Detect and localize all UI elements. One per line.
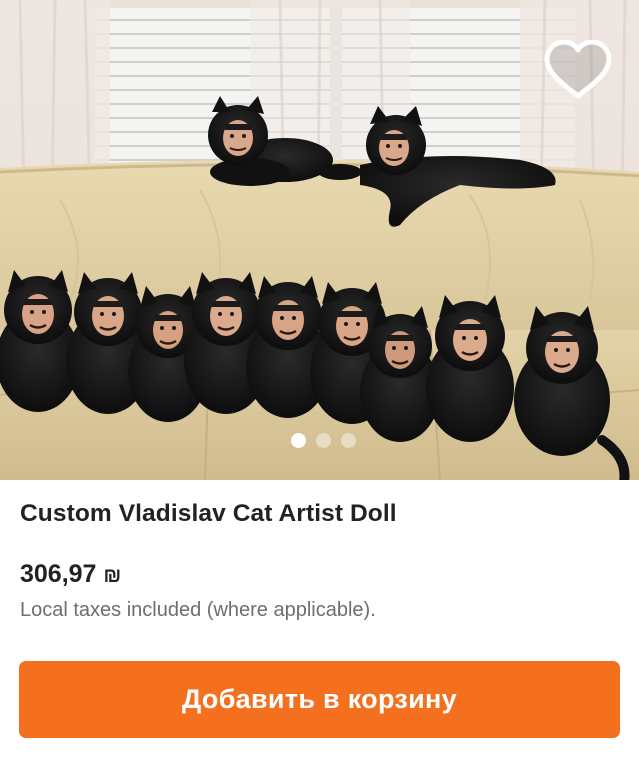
product-page: Custom Vladislav Cat Artist Doll 306,97 … [0,0,639,779]
carousel-dot-2[interactable] [316,433,331,448]
carousel-dots [4,433,639,448]
currency-symbol: ₪ [103,565,122,587]
taxes-note: Local taxes included (where applicable). [20,599,376,621]
product-photo[interactable] [0,0,639,480]
carousel-dot-3[interactable] [341,433,356,448]
add-to-cart-button[interactable]: Добавить в корзину [19,661,620,738]
product-title: Custom Vladislav Cat Artist Doll [20,500,397,527]
carousel-dot-1[interactable] [291,433,306,448]
price-value: 306,97 [20,560,97,588]
favorite-button[interactable] [543,40,613,102]
price-row: 306,97 ₪ [20,560,121,589]
heart-outline-icon [544,40,612,99]
